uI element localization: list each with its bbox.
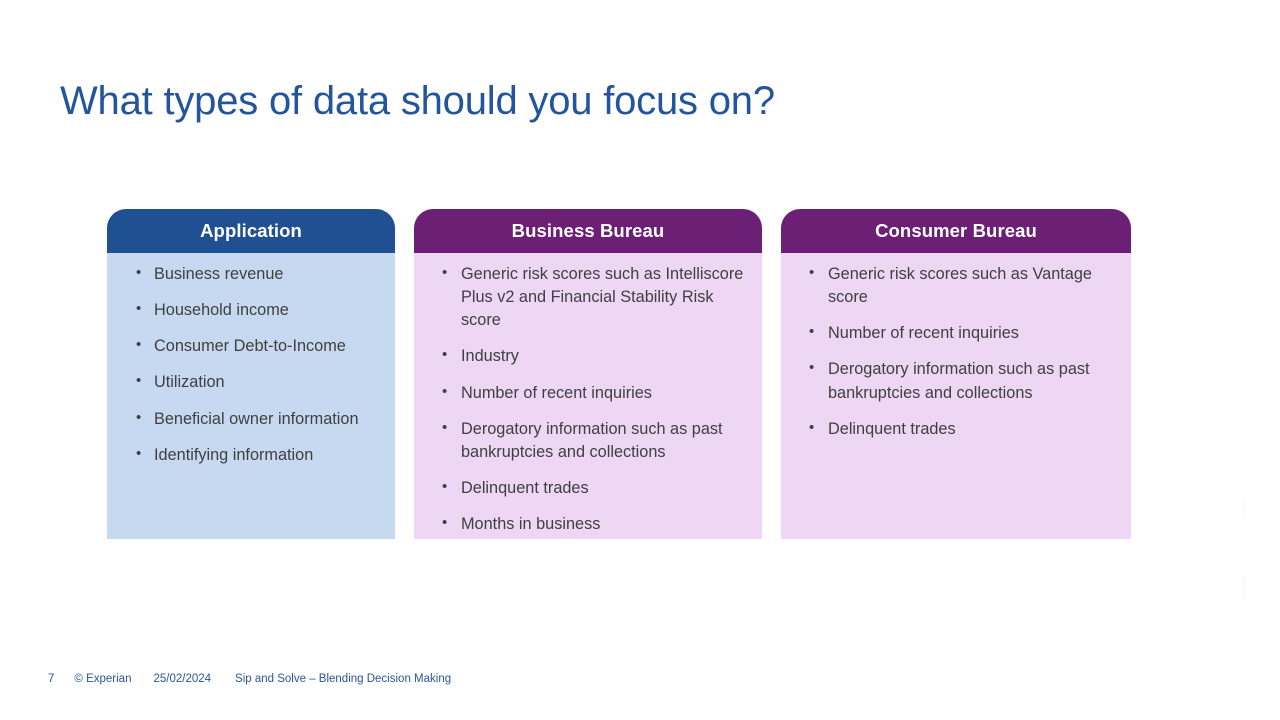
card-application-header: Application [107, 209, 395, 253]
data-type-cards-container: Application Business revenue Household i… [107, 209, 1147, 539]
render-artifact-lower [1244, 578, 1245, 600]
card-consumer-bureau-bullet-list: Generic risk scores such as Vantage scor… [795, 262, 1117, 441]
list-item: Household income [117, 298, 385, 322]
footer-date: 25/02/2024 [153, 673, 212, 685]
list-item: Delinquent trades [795, 417, 1117, 441]
list-item: Identifying information [117, 443, 385, 467]
list-item: Delinquent trades [428, 476, 748, 500]
slide-footer: 7 © Experian 25/02/2024 Sip and Solve – … [48, 673, 451, 685]
page-title: What types of data should you focus on? [60, 78, 775, 123]
list-item: Utilization [117, 370, 385, 394]
card-business-bureau-bullet-list: Generic risk scores such as Intelliscore… [428, 262, 748, 536]
card-business-bureau-header: Business Bureau [414, 209, 762, 253]
list-item: Number of recent inquiries [428, 381, 748, 405]
list-item: Business revenue [117, 262, 385, 286]
list-item: Generic risk scores such as Intelliscore… [428, 262, 748, 332]
list-item: Number of recent inquiries [795, 321, 1117, 345]
list-item: Months in business [428, 512, 748, 536]
render-artifact-upper [1244, 500, 1245, 514]
list-item: Consumer Debt-to-Income [117, 334, 385, 358]
card-application: Application Business revenue Household i… [107, 209, 395, 539]
card-business-bureau: Business Bureau Generic risk scores such… [414, 209, 762, 539]
list-item: Generic risk scores such as Vantage scor… [795, 262, 1117, 309]
card-application-body: Business revenue Household income Consum… [107, 253, 395, 539]
card-consumer-bureau-body: Generic risk scores such as Vantage scor… [781, 253, 1131, 539]
footer-page-number: 7 [48, 673, 55, 685]
card-application-bullet-list: Business revenue Household income Consum… [117, 262, 385, 467]
list-item: Derogatory information such as past bank… [795, 357, 1117, 404]
list-item: Beneficial owner information [117, 407, 385, 431]
card-consumer-bureau: Consumer Bureau Generic risk scores such… [781, 209, 1131, 539]
footer-deck-name: Sip and Solve – Blending Decision Making [235, 673, 452, 685]
list-item: Industry [428, 344, 748, 368]
card-consumer-bureau-header: Consumer Bureau [781, 209, 1131, 253]
card-business-bureau-body: Generic risk scores such as Intelliscore… [414, 253, 762, 539]
footer-copyright: © Experian [74, 673, 132, 685]
list-item: Derogatory information such as past bank… [428, 417, 748, 464]
